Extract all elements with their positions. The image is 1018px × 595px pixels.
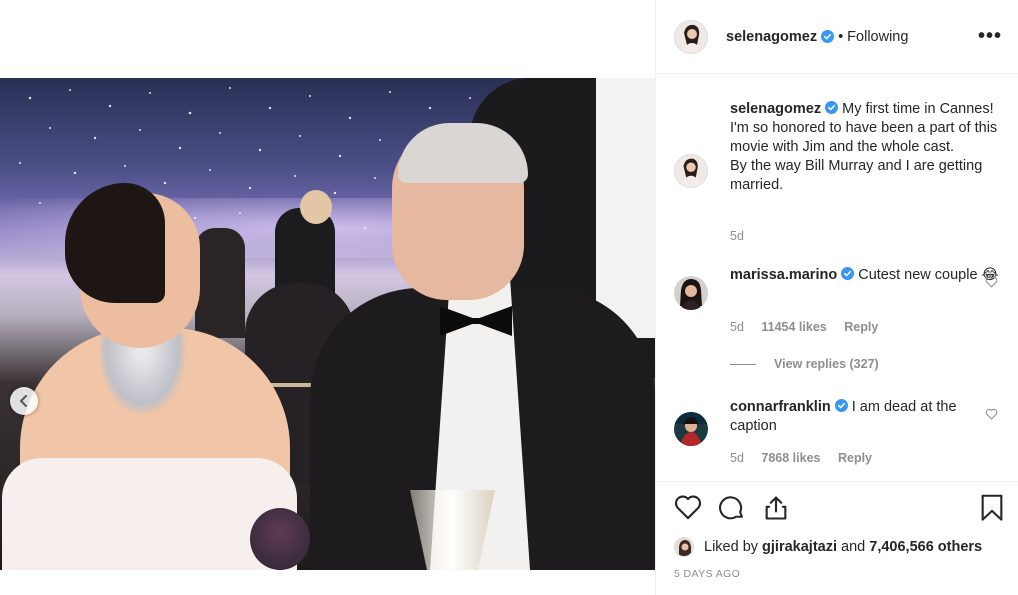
caption-meta: 5d [730, 229, 758, 243]
verified-icon [821, 30, 835, 43]
profile-photo [674, 412, 708, 446]
comment-likes[interactable]: 11454 likes [761, 320, 826, 334]
verified-icon [841, 267, 855, 280]
comment-item: marissa.marino Cutest new couple 😂 5d 11… [674, 266, 1004, 346]
likes-summary: Liked by gjirakajtazi and 7,406,566 othe… [674, 537, 982, 557]
comment-time[interactable]: 5d [730, 320, 744, 334]
liked-by-count[interactable]: 7,406,566 others [869, 539, 982, 555]
comments-list: selenagomez My first time in Cannes! I'm… [656, 75, 1018, 480]
avatar[interactable] [674, 537, 694, 557]
reply-button[interactable]: Reply [844, 320, 878, 334]
comment-time[interactable]: 5d [730, 451, 744, 465]
post-media [0, 0, 655, 595]
liked-by-prefix: Liked by [704, 539, 759, 555]
profile-photo [675, 538, 693, 556]
following-status[interactable]: • Following [838, 29, 908, 45]
verified-icon [834, 399, 848, 412]
heart-icon[interactable] [674, 494, 702, 520]
profile-photo [674, 276, 708, 310]
chevron-left-icon [20, 395, 27, 407]
caption: selenagomez My first time in Cannes! I'm… [674, 100, 1004, 250]
more-icon: ••• [977, 25, 1002, 47]
more-options-button[interactable]: ••• [978, 25, 1002, 48]
post-photo[interactable] [0, 78, 655, 570]
profile-photo [674, 154, 708, 188]
flower-arrangement [250, 508, 310, 570]
comment-item: connarfranklin I am dead at the caption … [674, 398, 1004, 478]
post-actions: Liked by gjirakajtazi and 7,406,566 othe… [656, 481, 1018, 595]
comment-username[interactable]: connarfranklin [730, 399, 831, 415]
standing-guest-shirt [596, 78, 655, 338]
view-replies-label: View replies (327) [774, 357, 879, 371]
view-replies-button[interactable]: View replies (327) [730, 357, 879, 371]
liked-by-user[interactable]: gjirakajtazi [762, 539, 837, 555]
comment-text: Cutest new couple 😂 [858, 267, 999, 283]
comment-username[interactable]: marissa.marino [730, 267, 837, 283]
post-sidebar: selenagomez • Following ••• selenagomez … [655, 0, 1018, 595]
comment-username[interactable]: selenagomez [730, 101, 821, 117]
comment-meta: 5d 7868 likes Reply [730, 451, 886, 465]
reply-button[interactable]: Reply [838, 451, 872, 465]
avatar[interactable] [674, 154, 708, 191]
verified-icon [825, 101, 839, 114]
profile-photo [675, 20, 707, 53]
post-date[interactable]: 5 DAYS AGO [674, 568, 740, 580]
divider-line [730, 363, 756, 365]
avatar[interactable] [674, 276, 708, 313]
comment-icon[interactable] [718, 494, 746, 522]
like-comment-heart-icon[interactable] [985, 276, 998, 288]
action-icons [672, 494, 1004, 524]
post-header: selenagomez • Following ••• [656, 0, 1018, 74]
share-icon[interactable] [762, 494, 790, 522]
liked-by-and: and [841, 539, 866, 555]
caption-text-line2: By the way Bill Murray and I are getting… [730, 158, 983, 193]
background-person [195, 228, 245, 338]
post-author-username[interactable]: selenagomez [726, 29, 817, 45]
like-comment-heart-icon[interactable] [985, 408, 998, 420]
previous-photo-button[interactable] [10, 387, 38, 415]
comment-likes[interactable]: 7868 likes [761, 451, 820, 465]
bookmark-icon[interactable] [980, 494, 1004, 522]
avatar[interactable] [674, 19, 708, 54]
comment-meta: 5d 11454 likes Reply [730, 320, 892, 334]
caption-time[interactable]: 5d [730, 229, 744, 243]
avatar[interactable] [674, 412, 708, 449]
background-person-head [300, 190, 332, 224]
